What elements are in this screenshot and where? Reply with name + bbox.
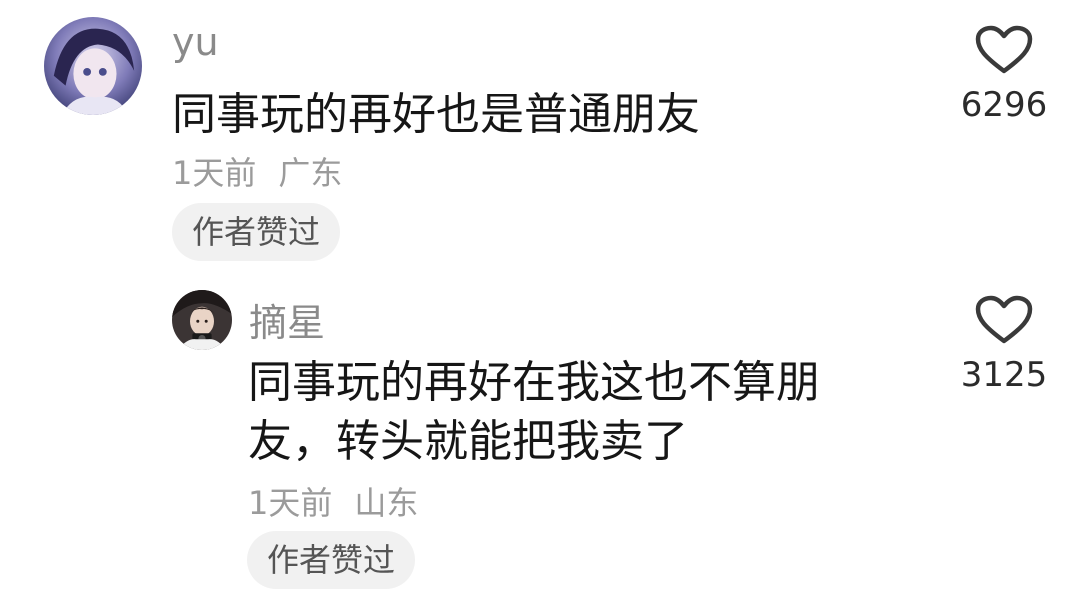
comment-location: 广东 [278,154,343,192]
comment-time: 1天前 [172,154,257,192]
like-count: 6296 [960,85,1048,125]
comment-time: 1天前 [248,484,333,522]
username[interactable]: 摘星 [249,292,325,347]
username[interactable]: yu [172,20,219,64]
comment-location: 山东 [354,484,419,522]
comment-text[interactable]: 同事玩的再好也是普通朋友 [172,86,892,145]
heart-outline-icon[interactable] [975,25,1033,75]
author-liked-badge: 作者赞过 [247,531,416,589]
avatar[interactable] [44,17,142,115]
avatar[interactable] [172,290,232,350]
comment-meta: 1天前 山东 [248,478,418,524]
like-count: 3125 [960,355,1048,395]
comment-meta: 1天前 广东 [172,148,342,194]
comment-text[interactable]: 同事玩的再好在我这也不算朋友，转头就能把我卖了 [248,354,858,471]
heart-outline-icon[interactable] [975,295,1033,345]
author-liked-badge: 作者赞过 [172,203,341,261]
